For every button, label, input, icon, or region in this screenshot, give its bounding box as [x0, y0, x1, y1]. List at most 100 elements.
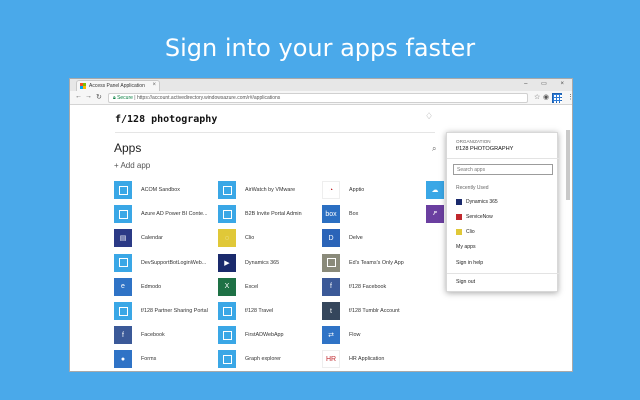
dynamics-icon — [456, 198, 462, 205]
app-icon: box — [322, 205, 340, 224]
profile-icon[interactable]: ◉ — [543, 93, 549, 101]
app-icon — [114, 253, 132, 272]
app-tile[interactable]: Ed's Teams's Only App — [322, 253, 404, 273]
star-icon[interactable]: ☆ — [534, 93, 540, 101]
window-controls[interactable]: – ▭ × — [524, 80, 570, 87]
search-apps-input[interactable]: Search apps — [453, 164, 553, 175]
recent-app-dynamics[interactable]: Dynamics 365 — [456, 197, 498, 206]
recent-app-servicenow[interactable]: ServiceNow — [456, 212, 493, 221]
address-bar[interactable]: 🔒︎ Secure | https://account.activedirect… — [108, 93, 528, 103]
app-label: Ed's Teams's Only App — [349, 259, 404, 266]
app-label: Dynamics 365 — [245, 259, 280, 266]
sign-in-help-link[interactable]: Sign in help — [456, 260, 483, 266]
app-tile[interactable]: f Facebook — [114, 325, 165, 345]
app-tile[interactable]: ● Forms — [114, 349, 156, 369]
app-label: Calendar — [141, 235, 163, 242]
app-tile[interactable]: ▶ Dynamics 365 — [218, 253, 279, 273]
browser-tab[interactable]: Access Panel Application × — [76, 80, 160, 91]
app-tile[interactable]: ◔ Apptio — [322, 180, 364, 200]
app-tile[interactable]: ACOM Sandbox — [114, 180, 180, 200]
scroll-thumb[interactable] — [566, 130, 570, 200]
app-icon: ▶ — [218, 253, 236, 272]
app-icon — [218, 326, 236, 345]
app-label: f/128 Tumblr Account — [349, 308, 400, 314]
scrollbar[interactable] — [566, 130, 571, 360]
app-tile[interactable]: box Box — [322, 204, 358, 224]
recently-used-heading: Recently Used — [456, 185, 489, 191]
app-icon: ● — [114, 350, 132, 369]
menu-icon[interactable]: ⋮ — [567, 93, 572, 101]
app-icon — [114, 302, 132, 320]
app-tile[interactable]: X Excel — [218, 277, 258, 297]
app-icon: t — [322, 302, 340, 320]
app-tile[interactable]: FirstADWebApp — [218, 325, 284, 345]
browser-toolbar: ← → ↻ 🔒︎ Secure | https://account.active… — [70, 91, 572, 105]
app-tile[interactable]: HR HR Application — [322, 349, 384, 369]
secure-label: Secure — [117, 95, 133, 101]
app-tile[interactable]: DevSupportBotLoginWeb... — [114, 253, 206, 273]
app-icon: D — [322, 229, 340, 248]
app-tile-partial[interactable]: ☁ — [426, 180, 444, 200]
app-tile[interactable]: Graph explorer — [218, 349, 281, 369]
forward-icon[interactable]: → — [85, 93, 92, 100]
app-tile[interactable]: B2B Invite Portal Admin — [218, 204, 302, 224]
my-apps-extension-icon[interactable] — [552, 93, 562, 103]
app-icon — [218, 205, 236, 224]
app-tile[interactable]: ⇄ Flow — [322, 325, 360, 345]
app-tile[interactable]: f/128 Partner Sharing Portal — [114, 301, 208, 321]
app-label: Flow — [349, 332, 361, 339]
app-label: Delve — [349, 235, 363, 242]
app-icon — [218, 350, 236, 369]
organization-name: f/128 PHOTOGRAPHY — [456, 146, 514, 152]
organization-label: ORGANIZATION — [456, 139, 491, 144]
app-icon: HR — [322, 350, 340, 369]
app-tile[interactable]: t f/128 Tumblr Account — [322, 301, 400, 321]
reload-icon[interactable]: ↻ — [96, 93, 102, 101]
app-label: AirWatch by VMware — [245, 187, 296, 193]
app-icon: ☁ — [426, 181, 444, 199]
back-icon[interactable]: ← — [75, 93, 82, 100]
app-tile-partial[interactable]: ዖ — [426, 204, 444, 224]
search-icon[interactable]: ⌕ — [432, 144, 436, 154]
app-icon — [114, 205, 132, 224]
tab-close-icon[interactable]: × — [152, 82, 156, 88]
app-label: DevSupportBotLoginWeb... — [141, 259, 207, 266]
app-tile[interactable]: e Edmodo — [114, 277, 161, 297]
app-icon — [114, 181, 132, 199]
app-icon — [322, 253, 340, 272]
app-tile[interactable]: ◌ Clio — [218, 228, 254, 248]
recent-app-label: Dynamics 365 — [466, 198, 498, 205]
app-tile[interactable]: f f/128 Facebook — [322, 277, 386, 297]
tab-strip: Access Panel Application × – ▭ × — [70, 79, 572, 91]
recent-app-clio[interactable]: Clio — [456, 227, 475, 236]
brand-logo: f/128 photography — [115, 114, 218, 125]
app-label: Clio — [245, 235, 255, 242]
app-label: Excel — [245, 283, 259, 290]
headline: Sign into your apps faster — [164, 34, 476, 62]
app-label: f/128 Travel — [245, 308, 274, 314]
divider — [447, 158, 559, 159]
app-tile[interactable]: D Delve — [322, 228, 363, 248]
app-icon — [218, 302, 236, 320]
app-icon: f — [322, 277, 340, 296]
add-app-button[interactable]: + Add app — [114, 161, 150, 170]
app-tile[interactable]: AirWatch by VMware — [218, 180, 295, 200]
app-icon: ዖ — [426, 205, 444, 224]
app-label: FirstADWebApp — [245, 332, 284, 339]
sign-out-link[interactable]: Sign out — [456, 279, 475, 285]
notification-icon[interactable]: ♢ — [425, 111, 433, 122]
clio-icon — [456, 228, 462, 235]
divider — [447, 273, 559, 274]
app-icon: ◔ — [322, 181, 340, 199]
page-title: Apps — [114, 141, 142, 155]
app-label: Apptio — [349, 187, 365, 193]
my-apps-link[interactable]: My apps — [456, 244, 476, 250]
app-label: Edmodo — [141, 283, 162, 290]
app-label: HR Application — [349, 356, 385, 363]
app-icon: X — [218, 277, 236, 296]
app-tile[interactable]: ▤ Calendar — [114, 228, 163, 248]
app-tile[interactable]: Azure AD Power BI Conte... — [114, 204, 208, 224]
app-tile[interactable]: f/128 Travel — [218, 301, 273, 321]
app-icon: f — [114, 326, 132, 345]
tab-title: Access Panel Application — [89, 83, 145, 89]
